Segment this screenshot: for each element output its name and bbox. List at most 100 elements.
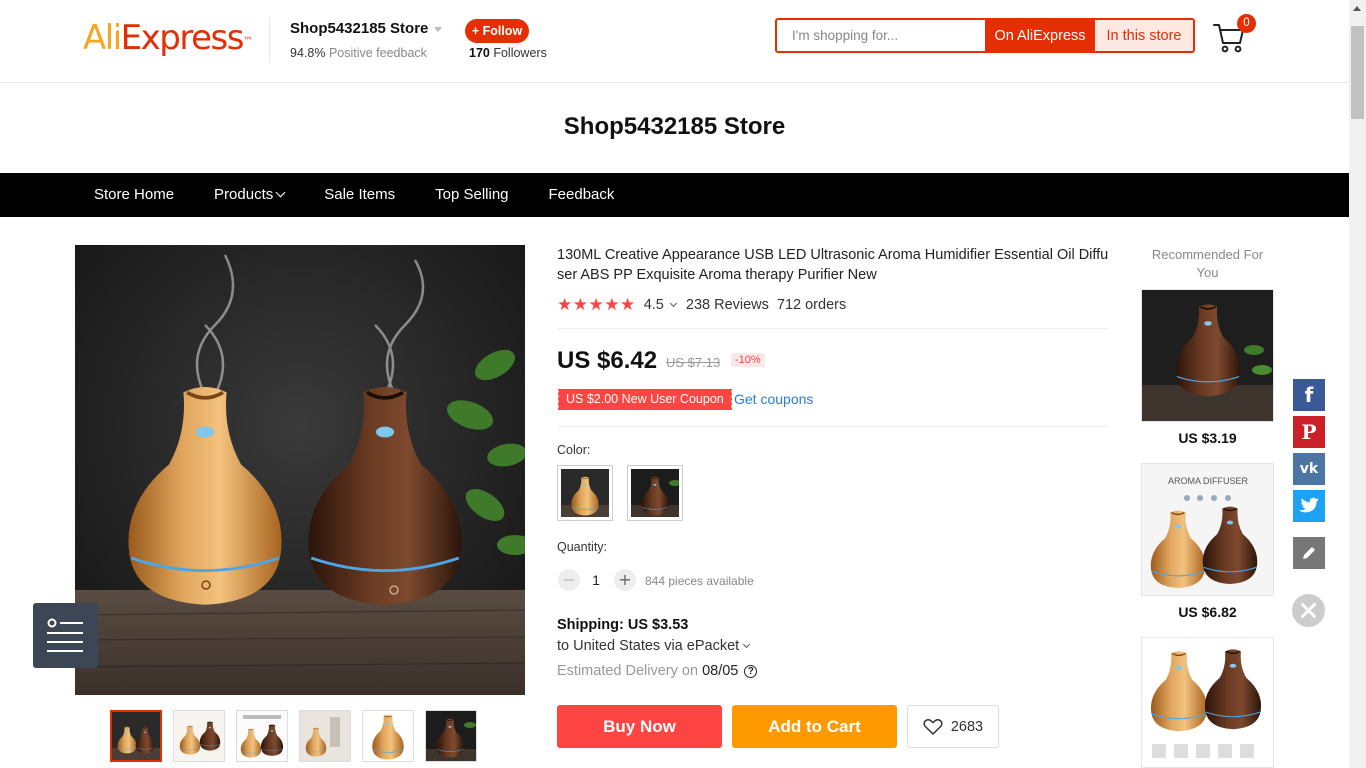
nav-products-label: Products — [214, 186, 274, 203]
vk-icon: vk — [1299, 461, 1319, 477]
recommended-image: AROMA DIFFUSER — [1142, 464, 1273, 595]
cart-button[interactable]: 0 — [1212, 14, 1256, 55]
store-title: Shop5432185 Store — [563, 113, 786, 140]
est-label: Estimated Delivery on — [557, 663, 699, 679]
top-header: AliExpress™ Shop5432185 Store 94.8% Posi… — [0, 0, 1349, 83]
color-label: Color: — [557, 443, 591, 457]
thumbnail-image — [112, 712, 160, 760]
recommended-title: Recommended For You — [1151, 247, 1264, 280]
recommended-price: US $6.82 — [1178, 604, 1237, 620]
ship-to-label: to United States via ePacket — [557, 638, 740, 654]
followers-number: 170 — [469, 46, 490, 60]
pinterest-share-button[interactable]: P — [1293, 416, 1325, 448]
chevron-down-icon — [743, 640, 751, 649]
swatch-image — [631, 469, 679, 517]
store-name-label: Shop5432185 Store — [290, 20, 429, 37]
followers-count: 170 Followers — [469, 46, 547, 60]
add-to-cart-button[interactable]: Add to Cart — [732, 705, 897, 748]
quantity-label: Quantity: — [557, 540, 608, 554]
divider — [557, 426, 1108, 427]
estimated-delivery: Estimated Delivery on 08/05? — [557, 663, 758, 679]
thumbnail-image — [363, 711, 413, 761]
follow-button[interactable]: + Follow — [465, 19, 529, 43]
thumbnail[interactable] — [362, 710, 414, 762]
search-bar: On AliExpress In this store — [775, 18, 1195, 53]
search-input[interactable] — [777, 20, 1000, 51]
new-user-coupon[interactable]: US $2.00 New User Coupon — [557, 389, 732, 410]
nav-top-selling[interactable]: Top Selling — [435, 173, 508, 217]
divider — [557, 328, 1108, 329]
shipping-cost: Shipping: US $3.53 — [557, 617, 689, 633]
nav-feedback[interactable]: Feedback — [549, 173, 615, 217]
positive-feedback: 94.8% Positive feedback — [290, 46, 427, 60]
caret-down-icon — [434, 26, 443, 32]
floating-menu-button[interactable] — [33, 603, 98, 668]
page-scrollbar[interactable] — [1349, 0, 1366, 768]
thumbnail-image — [174, 711, 224, 761]
logo-ali-text: Ali — [83, 18, 122, 58]
nav-sale-items[interactable]: Sale Items — [324, 173, 395, 217]
rating-value[interactable]: 4.5 — [644, 297, 664, 313]
buy-now-button[interactable]: Buy Now — [557, 705, 722, 748]
header-divider — [269, 18, 270, 62]
nav-store-home[interactable]: Store Home — [94, 173, 174, 217]
chevron-down-icon — [669, 299, 677, 308]
twitter-share-button[interactable] — [1293, 490, 1325, 522]
star-rating-icon: ★★★★★ — [557, 295, 636, 314]
shipping-method-dropdown[interactable]: to United States via ePacket — [557, 638, 751, 654]
image-thumbnails — [110, 710, 488, 762]
thumbnail[interactable] — [173, 710, 225, 762]
aliexpress-logo[interactable]: AliExpress™ — [83, 18, 253, 58]
original-price: US $7.13 — [666, 355, 721, 370]
swatch-image — [561, 469, 609, 517]
help-icon[interactable]: ? — [744, 664, 758, 678]
main-product-image[interactable] — [75, 245, 525, 695]
menu-list-icon — [47, 618, 83, 652]
est-date: 08/05 — [702, 663, 739, 679]
discount-badge: -10% — [731, 353, 765, 367]
feedback-percent: 94.8% — [290, 46, 326, 60]
store-nav: Store Home Products Sale Items Top Selli… — [0, 173, 1349, 217]
close-icon — [1301, 603, 1316, 618]
recommended-item[interactable]: AROMA DIFFUSER US $6.82 — [1141, 463, 1274, 620]
thumbnail[interactable] — [236, 710, 288, 762]
color-option-light-wood[interactable] — [557, 465, 613, 521]
search-on-aliexpress-button[interactable]: On AliExpress — [985, 20, 1095, 51]
get-coupons-link[interactable]: Get coupons — [734, 391, 813, 407]
edit-button[interactable] — [1293, 537, 1325, 569]
thumbnail-image — [426, 711, 476, 761]
facebook-icon: f — [1304, 383, 1314, 407]
reviews-link[interactable]: 238 Reviews — [686, 297, 769, 313]
nav-products[interactable]: Products — [214, 173, 286, 217]
thumbnail-image — [237, 711, 287, 761]
scroll-up-arrow-icon[interactable] — [1353, 6, 1361, 11]
scrollbar-thumb[interactable] — [1351, 26, 1364, 119]
facebook-share-button[interactable]: f — [1293, 379, 1325, 411]
recommended-image-text: AROMA DIFFUSER — [1168, 476, 1249, 486]
recommended-price: US $3.19 — [1178, 430, 1237, 446]
thumbnail[interactable] — [299, 710, 351, 762]
feedback-label: Positive feedback — [328, 46, 427, 60]
pieces-available: 844 pieces available — [645, 574, 754, 588]
color-option-dark-wood[interactable] — [627, 465, 683, 521]
pinterest-icon: P — [1301, 420, 1317, 444]
recommended-item[interactable] — [1141, 637, 1274, 768]
thumbnail[interactable] — [425, 710, 477, 762]
recommended-image — [1142, 638, 1273, 767]
store-name-dropdown[interactable]: Shop5432185 Store — [290, 20, 443, 37]
quantity-value[interactable]: 1 — [586, 572, 606, 588]
product-title: 130ML Creative Appearance USB LED Ultras… — [557, 247, 1109, 283]
vk-share-button[interactable]: vk — [1293, 453, 1325, 485]
recommended-image — [1142, 290, 1273, 421]
followers-label: Followers — [493, 46, 547, 60]
thumbnail[interactable] — [110, 710, 162, 762]
search-in-store-button[interactable]: In this store — [1095, 20, 1193, 51]
heart-icon — [923, 718, 943, 735]
quantity-increase-button[interactable]: + — [614, 569, 636, 591]
quantity-decrease-button[interactable]: − — [558, 569, 580, 591]
wishlist-count: 2683 — [950, 718, 984, 735]
rating-row: ★★★★★ 4.5 238 Reviews 712 orders — [557, 295, 846, 315]
recommended-item[interactable]: US $3.19 — [1141, 289, 1274, 446]
wishlist-button[interactable]: 2683 — [907, 705, 999, 748]
close-share-button[interactable] — [1292, 594, 1325, 627]
